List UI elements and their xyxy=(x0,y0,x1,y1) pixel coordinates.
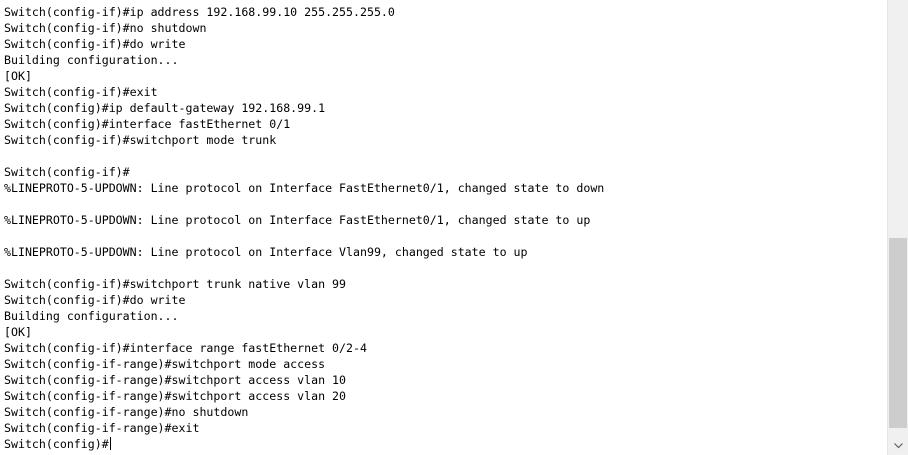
terminal-line: [OK] xyxy=(4,325,32,339)
terminal-line: Building configuration... xyxy=(4,53,179,67)
terminal-line: Switch(config-if)#switchport mode trunk xyxy=(4,133,277,147)
terminal-line: Switch(config-if)#ip address 192.168.99.… xyxy=(4,5,395,19)
terminal-line: Switch(config-if)#exit xyxy=(4,85,158,99)
terminal-line: Switch(config-if)#do write xyxy=(4,37,186,51)
text-cursor xyxy=(109,437,111,450)
chevron-down-icon[interactable] xyxy=(888,438,908,455)
terminal-line: %LINEPROTO-5-UPDOWN: Line protocol on In… xyxy=(4,213,591,227)
terminal-window: Switch(config-if)#ip address 192.168.99.… xyxy=(0,0,908,455)
terminal-line: Switch(config-if)#switchport trunk nativ… xyxy=(4,277,347,291)
terminal-line: Switch(config-if)#do write xyxy=(4,293,186,307)
vertical-scrollbar[interactable] xyxy=(887,0,908,455)
terminal-output[interactable]: Switch(config-if)#ip address 192.168.99.… xyxy=(4,4,884,455)
prompt: Switch(config)# xyxy=(4,437,109,451)
terminal-line: Switch(config-if-range)#exit xyxy=(4,421,200,435)
terminal-line: Building configuration... xyxy=(4,309,179,323)
terminal-line: [OK] xyxy=(4,69,32,83)
terminal-line: Switch(config)#ip default-gateway 192.16… xyxy=(4,101,326,115)
scrollbar-thumb[interactable] xyxy=(889,238,907,428)
prompt-line[interactable]: Switch(config)# xyxy=(4,436,884,452)
terminal-line: %LINEPROTO-5-UPDOWN: Line protocol on In… xyxy=(4,245,528,259)
terminal-line: Switch(config-if-range)#no shutdown xyxy=(4,405,249,419)
terminal-line: Switch(config)#interface fastEthernet 0/… xyxy=(4,117,291,131)
terminal-line: %LINEPROTO-5-UPDOWN: Line protocol on In… xyxy=(4,181,605,195)
terminal-line: Switch(config-if)#no shutdown xyxy=(4,21,207,35)
terminal-line: Switch(config-if-range)#switchport acces… xyxy=(4,389,347,403)
terminal-line: Switch(config-if)#interface range fastEt… xyxy=(4,341,367,355)
terminal-line: Switch(config-if)# xyxy=(4,165,130,179)
terminal-line: Switch(config-if-range)#switchport acces… xyxy=(4,373,347,387)
terminal-line: Switch(config-if-range)#switchport mode … xyxy=(4,357,326,371)
